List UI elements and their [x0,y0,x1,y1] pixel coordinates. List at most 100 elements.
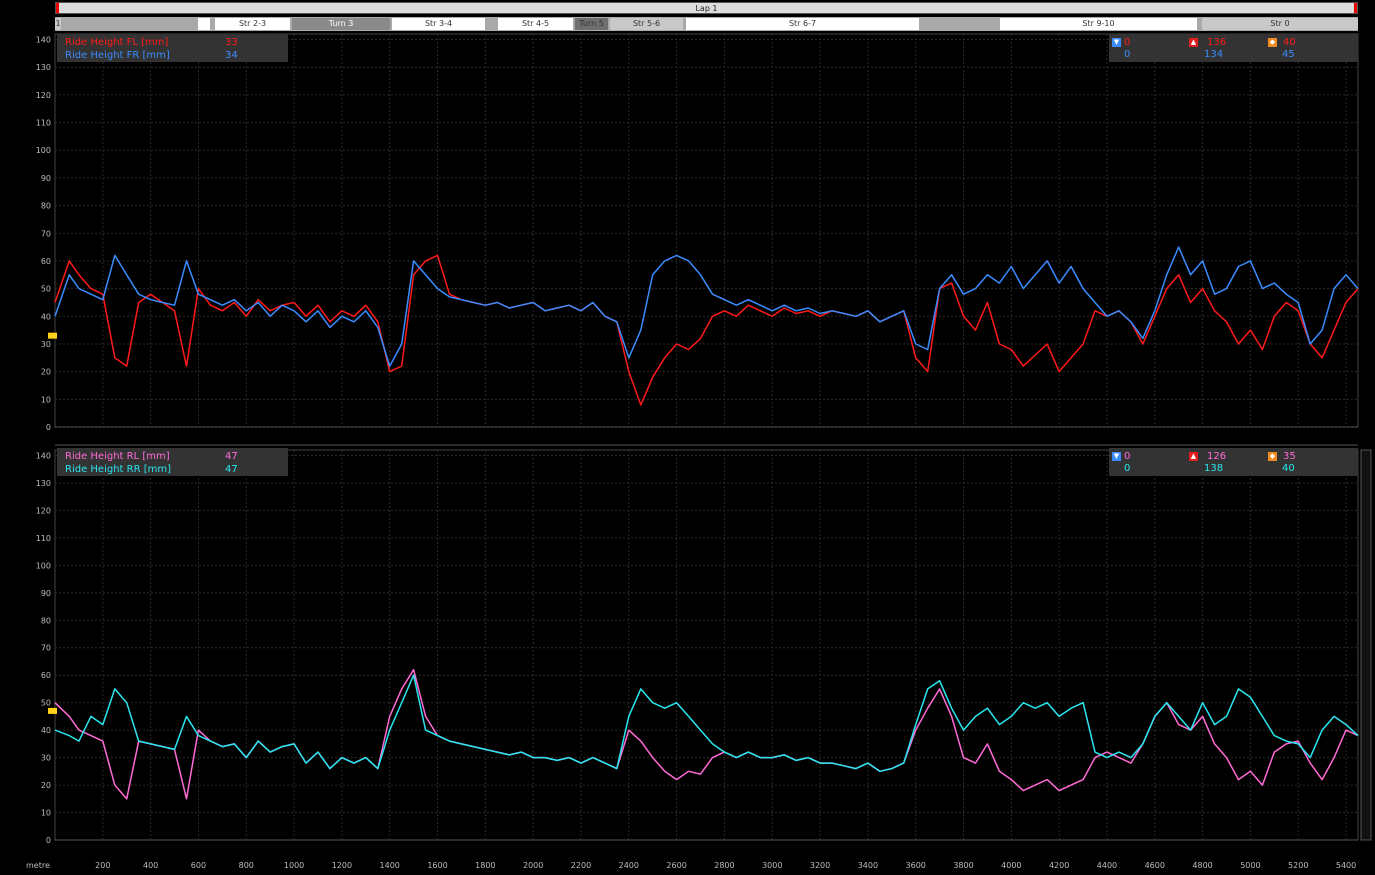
y-tick-label: 120 [36,91,51,100]
rear-stats-max-rr-cell: 138 [1204,462,1223,475]
legend-row-rl: Ride Height RL [mm] 47 [61,450,284,463]
legend-row-rr: Ride Height RR [mm] 47 [61,463,284,476]
stat-max-rl: 126 [1207,451,1227,462]
x-tick-label: 1800 [475,861,495,870]
x-tick-label: 2800 [714,861,734,870]
plot-area-2 [54,449,1359,841]
legend-value-fl: 33 [225,37,238,48]
y-tick-label: 20 [41,781,51,790]
y-tick-label: 80 [41,202,51,211]
stat-avg-rr: 40 [1282,463,1295,474]
x-tick-label: 2000 [523,861,543,870]
y-tick-label: 130 [36,479,51,488]
x-tick-label: 4000 [1001,861,1021,870]
stat-avg-fr: 45 [1282,49,1295,60]
rear-stats: ▼ 0 ▲ 126 ◆ 35 0 138 40 [1109,448,1358,476]
x-tick-label: 4200 [1049,861,1069,870]
x-tick-label: 3400 [858,861,878,870]
y-tick-label: 30 [41,754,51,763]
min-icon: ▼ [1112,37,1121,47]
legend-name-rr: Ride Height RR [mm] [65,464,172,475]
stat-max-fr: 134 [1204,49,1224,60]
x-tick-label: 4600 [1145,861,1165,870]
legend-row-fr: Ride Height FR [mm] 34 [61,49,284,62]
x-tick-label: 1600 [427,861,447,870]
legend-value-rl: 47 [225,451,238,462]
x-tick-label: 1000 [284,861,304,870]
stat-max-rr: 138 [1204,463,1224,474]
min-icon: ▼ [1112,451,1121,461]
vertical-scrollbar [1360,449,1372,841]
stat-min-fr: 0 [1124,49,1131,60]
y-tick-label: 0 [46,836,51,845]
stat-min-rr: 0 [1124,463,1131,474]
value-cursor-marker [48,332,57,339]
rear-legend: Ride Height RL [mm] 47 Ride Height RR [m… [57,448,288,476]
x-tick-label: 3000 [762,861,782,870]
stat-max-fl: 136 [1207,37,1227,48]
x-axis-unit: metre [26,861,50,870]
value-cursor-marker [48,707,57,714]
legend-value-rr: 47 [225,464,238,475]
y-tick-label: 10 [41,809,51,818]
x-tick-label: 5000 [1240,861,1260,870]
x-tick-label: 400 [143,861,158,870]
front-legend: Ride Height FL [mm] 33 Ride Height FR [m… [57,34,288,62]
plot-area-1 [54,33,1359,428]
y-tick-label: 50 [41,699,51,708]
legend-name-fr: Ride Height FR [mm] [65,50,170,61]
y-tick-label: 70 [41,644,51,653]
x-tick-label: 4400 [1097,861,1117,870]
y-tick-label: 100 [36,561,51,570]
y-tick-label: 40 [41,312,51,321]
legend-value-fr: 34 [225,50,238,61]
y-tick-label: 60 [41,671,51,680]
x-tick-label: 3200 [810,861,830,870]
front-stats: ▼ 0 ▲ 136 ◆ 40 0 134 45 [1109,34,1358,62]
y-tick-label: 110 [36,119,51,128]
y-tick-label: 50 [41,285,51,294]
ride-height-chart[interactable]: 0102030405060708090100110120130140010203… [0,0,1375,875]
front-stats-max-fr-cell: 134 [1204,48,1223,61]
front-stats-avg-fr-cell: 45 [1282,48,1295,61]
front-stats-row-fr: 0 [1124,48,1130,61]
x-tick-label: 2600 [666,861,686,870]
average-icon: ◆ [1268,451,1277,461]
x-tick-label: 5400 [1336,861,1356,870]
max-icon: ▲ [1189,451,1198,461]
y-tick-label: 10 [41,395,51,404]
y-tick-label: 120 [36,506,51,515]
average-icon: ◆ [1268,37,1277,47]
y-tick-label: 130 [36,63,51,72]
y-tick-label: 60 [41,257,51,266]
y-tick-label: 30 [41,340,51,349]
rear-stats-avg-rr-cell: 40 [1282,462,1295,475]
y-tick-label: 100 [36,146,51,155]
legend-name-fl: Ride Height FL [mm] [65,37,169,48]
y-tick-label: 0 [46,423,51,432]
x-tick-label: 2200 [571,861,591,870]
x-tick-label: 1200 [332,861,352,870]
y-tick-label: 40 [41,726,51,735]
x-tick-label: 3600 [906,861,926,870]
stat-min-fl: 0 [1124,37,1131,48]
y-tick-label: 20 [41,368,51,377]
y-tick-label: 140 [36,36,51,45]
x-tick-label: 1400 [380,861,400,870]
legend-name-rl: Ride Height RL [mm] [65,451,170,462]
x-tick-label: 600 [191,861,206,870]
y-tick-label: 90 [41,174,51,183]
y-tick-label: 80 [41,616,51,625]
y-tick-label: 140 [36,451,51,460]
max-icon: ▲ [1189,37,1198,47]
stat-min-rl: 0 [1124,451,1131,462]
y-tick-label: 110 [36,534,51,543]
stat-avg-fl: 40 [1283,37,1296,48]
y-tick-label: 90 [41,589,51,598]
legend-row-fl: Ride Height FL [mm] 33 [61,36,284,49]
x-tick-label: 4800 [1192,861,1212,870]
y-tick-label: 70 [41,229,51,238]
rear-stats-row-rr: 0 [1124,462,1130,475]
x-tick-label: 3800 [953,861,973,870]
x-tick-label: 5200 [1288,861,1308,870]
